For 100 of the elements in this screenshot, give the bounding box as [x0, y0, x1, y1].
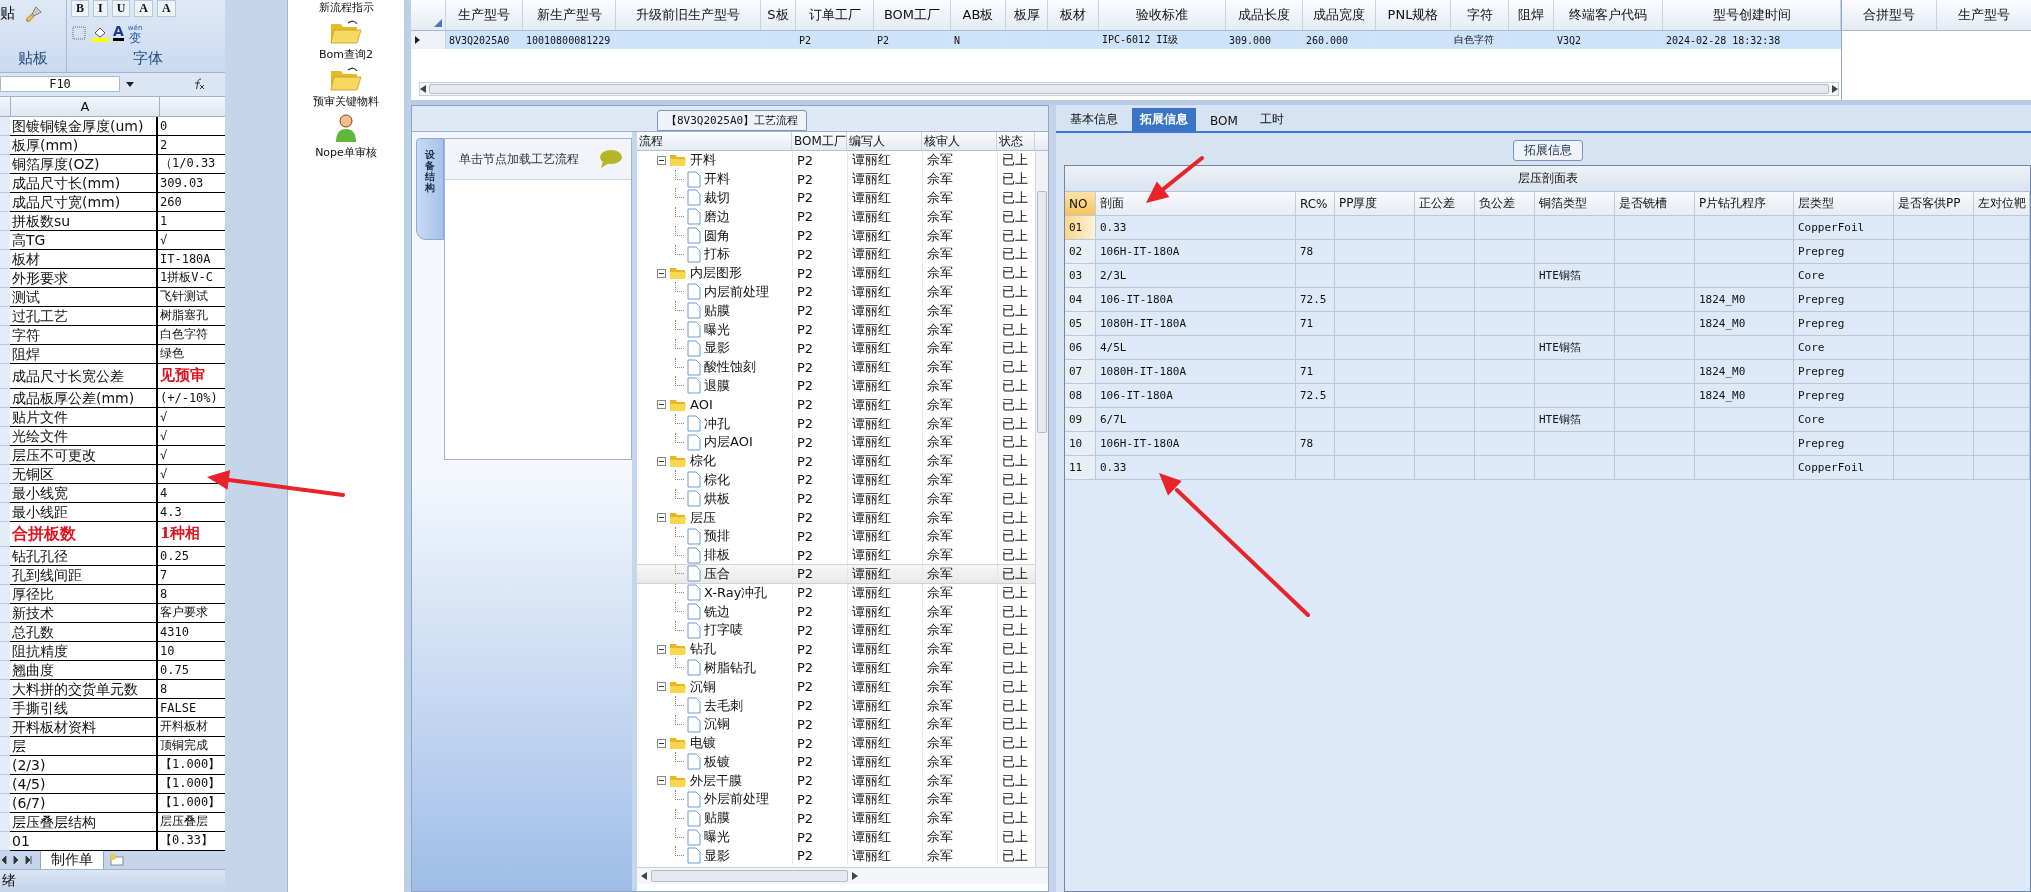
tree-item[interactable]: 铣边	[704, 602, 730, 621]
tree-item[interactable]: 冲孔	[704, 414, 730, 433]
column-header[interactable]: 左对位靶	[1974, 192, 2030, 215]
collapse-icon[interactable]	[657, 776, 666, 786]
collapse-icon[interactable]	[657, 155, 666, 165]
column-header[interactable]: 板材	[1048, 0, 1099, 30]
tree-item[interactable]: 板镀	[704, 752, 730, 771]
column-header[interactable]: BOM工厂	[792, 132, 847, 150]
insert-sheet-icon[interactable]	[108, 853, 126, 868]
font-button[interactable]: A	[157, 0, 176, 17]
row-header[interactable]	[0, 135, 10, 155]
tree-item[interactable]: 打标	[704, 245, 730, 264]
column-header[interactable]: 编写人	[847, 132, 922, 150]
column-header[interactable]: 状态	[997, 132, 1035, 150]
row-header[interactable]	[0, 306, 10, 326]
row-header[interactable]	[0, 641, 10, 661]
side-tab[interactable]: 设备结构	[416, 138, 444, 240]
launcher-label[interactable]: Nope单审核	[315, 145, 377, 160]
tree-item[interactable]: 贴膜	[704, 301, 730, 320]
collapse-icon[interactable]	[657, 738, 666, 748]
scroll-thumb[interactable]	[429, 84, 1829, 94]
tree-item[interactable]: 树脂钻孔	[704, 658, 756, 677]
tree-item[interactable]: 外层前处理	[704, 790, 769, 809]
tree-item[interactable]: 贴膜	[704, 809, 730, 828]
collapse-icon[interactable]	[657, 268, 666, 278]
tree-item[interactable]: 压合	[704, 564, 730, 583]
row-header[interactable]	[0, 464, 10, 484]
column-header[interactable]: 型号创建时间	[1663, 0, 1841, 30]
column-header[interactable]: 字符	[1451, 0, 1509, 30]
column-header[interactable]: 生产型号	[1937, 0, 2031, 30]
row-header[interactable]	[0, 565, 10, 585]
row-header[interactable]	[0, 287, 10, 307]
row-header[interactable]	[0, 660, 10, 680]
launcher-label[interactable]: 新流程指示	[318, 0, 374, 15]
row-header[interactable]	[0, 325, 10, 345]
row-header[interactable]	[0, 622, 10, 642]
collapse-icon[interactable]	[657, 456, 666, 466]
tree-item[interactable]: 沉铜	[690, 677, 716, 696]
row-header[interactable]	[0, 483, 10, 503]
tree-item[interactable]: 退膜	[704, 376, 730, 395]
tree-item[interactable]: 打字唛	[704, 621, 743, 640]
row-header[interactable]	[0, 363, 10, 389]
row-number[interactable]: 02	[1065, 240, 1096, 263]
row-header[interactable]	[0, 521, 10, 547]
row-header[interactable]	[0, 755, 10, 775]
tree-item[interactable]: 显影	[704, 339, 730, 358]
tree-item[interactable]: 棕化	[690, 452, 716, 471]
tab[interactable]: BOM	[1202, 111, 1246, 131]
row-header[interactable]	[0, 584, 10, 604]
column-header[interactable]: 负公差	[1475, 192, 1535, 215]
row-header[interactable]	[0, 344, 10, 364]
tree-item[interactable]: 去毛刺	[704, 696, 743, 715]
column-header[interactable]: 合拼型号	[1842, 0, 1937, 30]
scroll-right-icon[interactable]	[852, 872, 858, 880]
tree-item[interactable]: 裁切	[704, 189, 730, 207]
tree-item[interactable]: 棕化	[704, 470, 730, 489]
column-header[interactable]: 层类型	[1794, 192, 1894, 215]
launcher-label[interactable]: 预审关键物料	[313, 94, 379, 109]
tree-item[interactable]: 圆角	[704, 226, 730, 245]
row-header[interactable]	[0, 445, 10, 465]
tree-item[interactable]: 钻孔	[690, 640, 716, 659]
row-header[interactable]	[0, 116, 10, 136]
column-header[interactable]: 验收标准	[1099, 0, 1226, 30]
row-number[interactable]: 05	[1065, 312, 1096, 335]
row-header[interactable]	[0, 603, 10, 623]
font-button[interactable]: B	[71, 0, 89, 17]
row-number[interactable]: 03	[1065, 264, 1096, 287]
row-header[interactable]	[0, 249, 10, 269]
tree-item[interactable]: 排板	[704, 546, 730, 565]
column-header[interactable]: 生产型号	[446, 0, 523, 30]
font-button[interactable]: A	[134, 0, 154, 17]
row-number[interactable]: 04	[1065, 288, 1096, 311]
column-header[interactable]: 新生产型号	[523, 0, 616, 30]
row-header[interactable]	[0, 717, 10, 737]
column-header[interactable]: 是否客供PP	[1894, 192, 1974, 215]
column-header[interactable]: PNL规格	[1376, 0, 1451, 30]
row-header[interactable]	[0, 546, 10, 566]
scroll-right-icon[interactable]	[1832, 85, 1838, 93]
horizontal-scrollbar[interactable]	[419, 82, 1839, 96]
column-header[interactable]: 核审人	[922, 132, 997, 150]
row-number[interactable]: 11	[1065, 456, 1096, 479]
row-header[interactable]	[0, 173, 10, 193]
row-header[interactable]	[0, 192, 10, 212]
tree-item[interactable]: 曝光	[704, 828, 730, 847]
name-box[interactable]: F10	[0, 76, 120, 93]
font-color-button[interactable]: A	[113, 24, 124, 42]
scroll-left-icon[interactable]	[641, 872, 647, 880]
splitter[interactable]	[404, 0, 411, 892]
tree-item[interactable]: 层压	[690, 508, 716, 527]
tree-item[interactable]: 磨边	[704, 207, 730, 226]
row-header[interactable]	[0, 268, 10, 288]
column-header[interactable]: 板厚	[1006, 0, 1048, 30]
row-number[interactable]: 09	[1065, 408, 1096, 431]
column-header[interactable]: 升级前旧生产型号	[616, 0, 761, 30]
tree-item[interactable]: 曝光	[704, 320, 730, 339]
column-header[interactable]: BOM工厂	[874, 0, 951, 30]
collapse-icon[interactable]	[657, 513, 666, 523]
column-header[interactable]: 成品宽度	[1303, 0, 1376, 30]
row-header[interactable]	[0, 502, 10, 522]
column-header[interactable]: 流程	[637, 132, 792, 150]
